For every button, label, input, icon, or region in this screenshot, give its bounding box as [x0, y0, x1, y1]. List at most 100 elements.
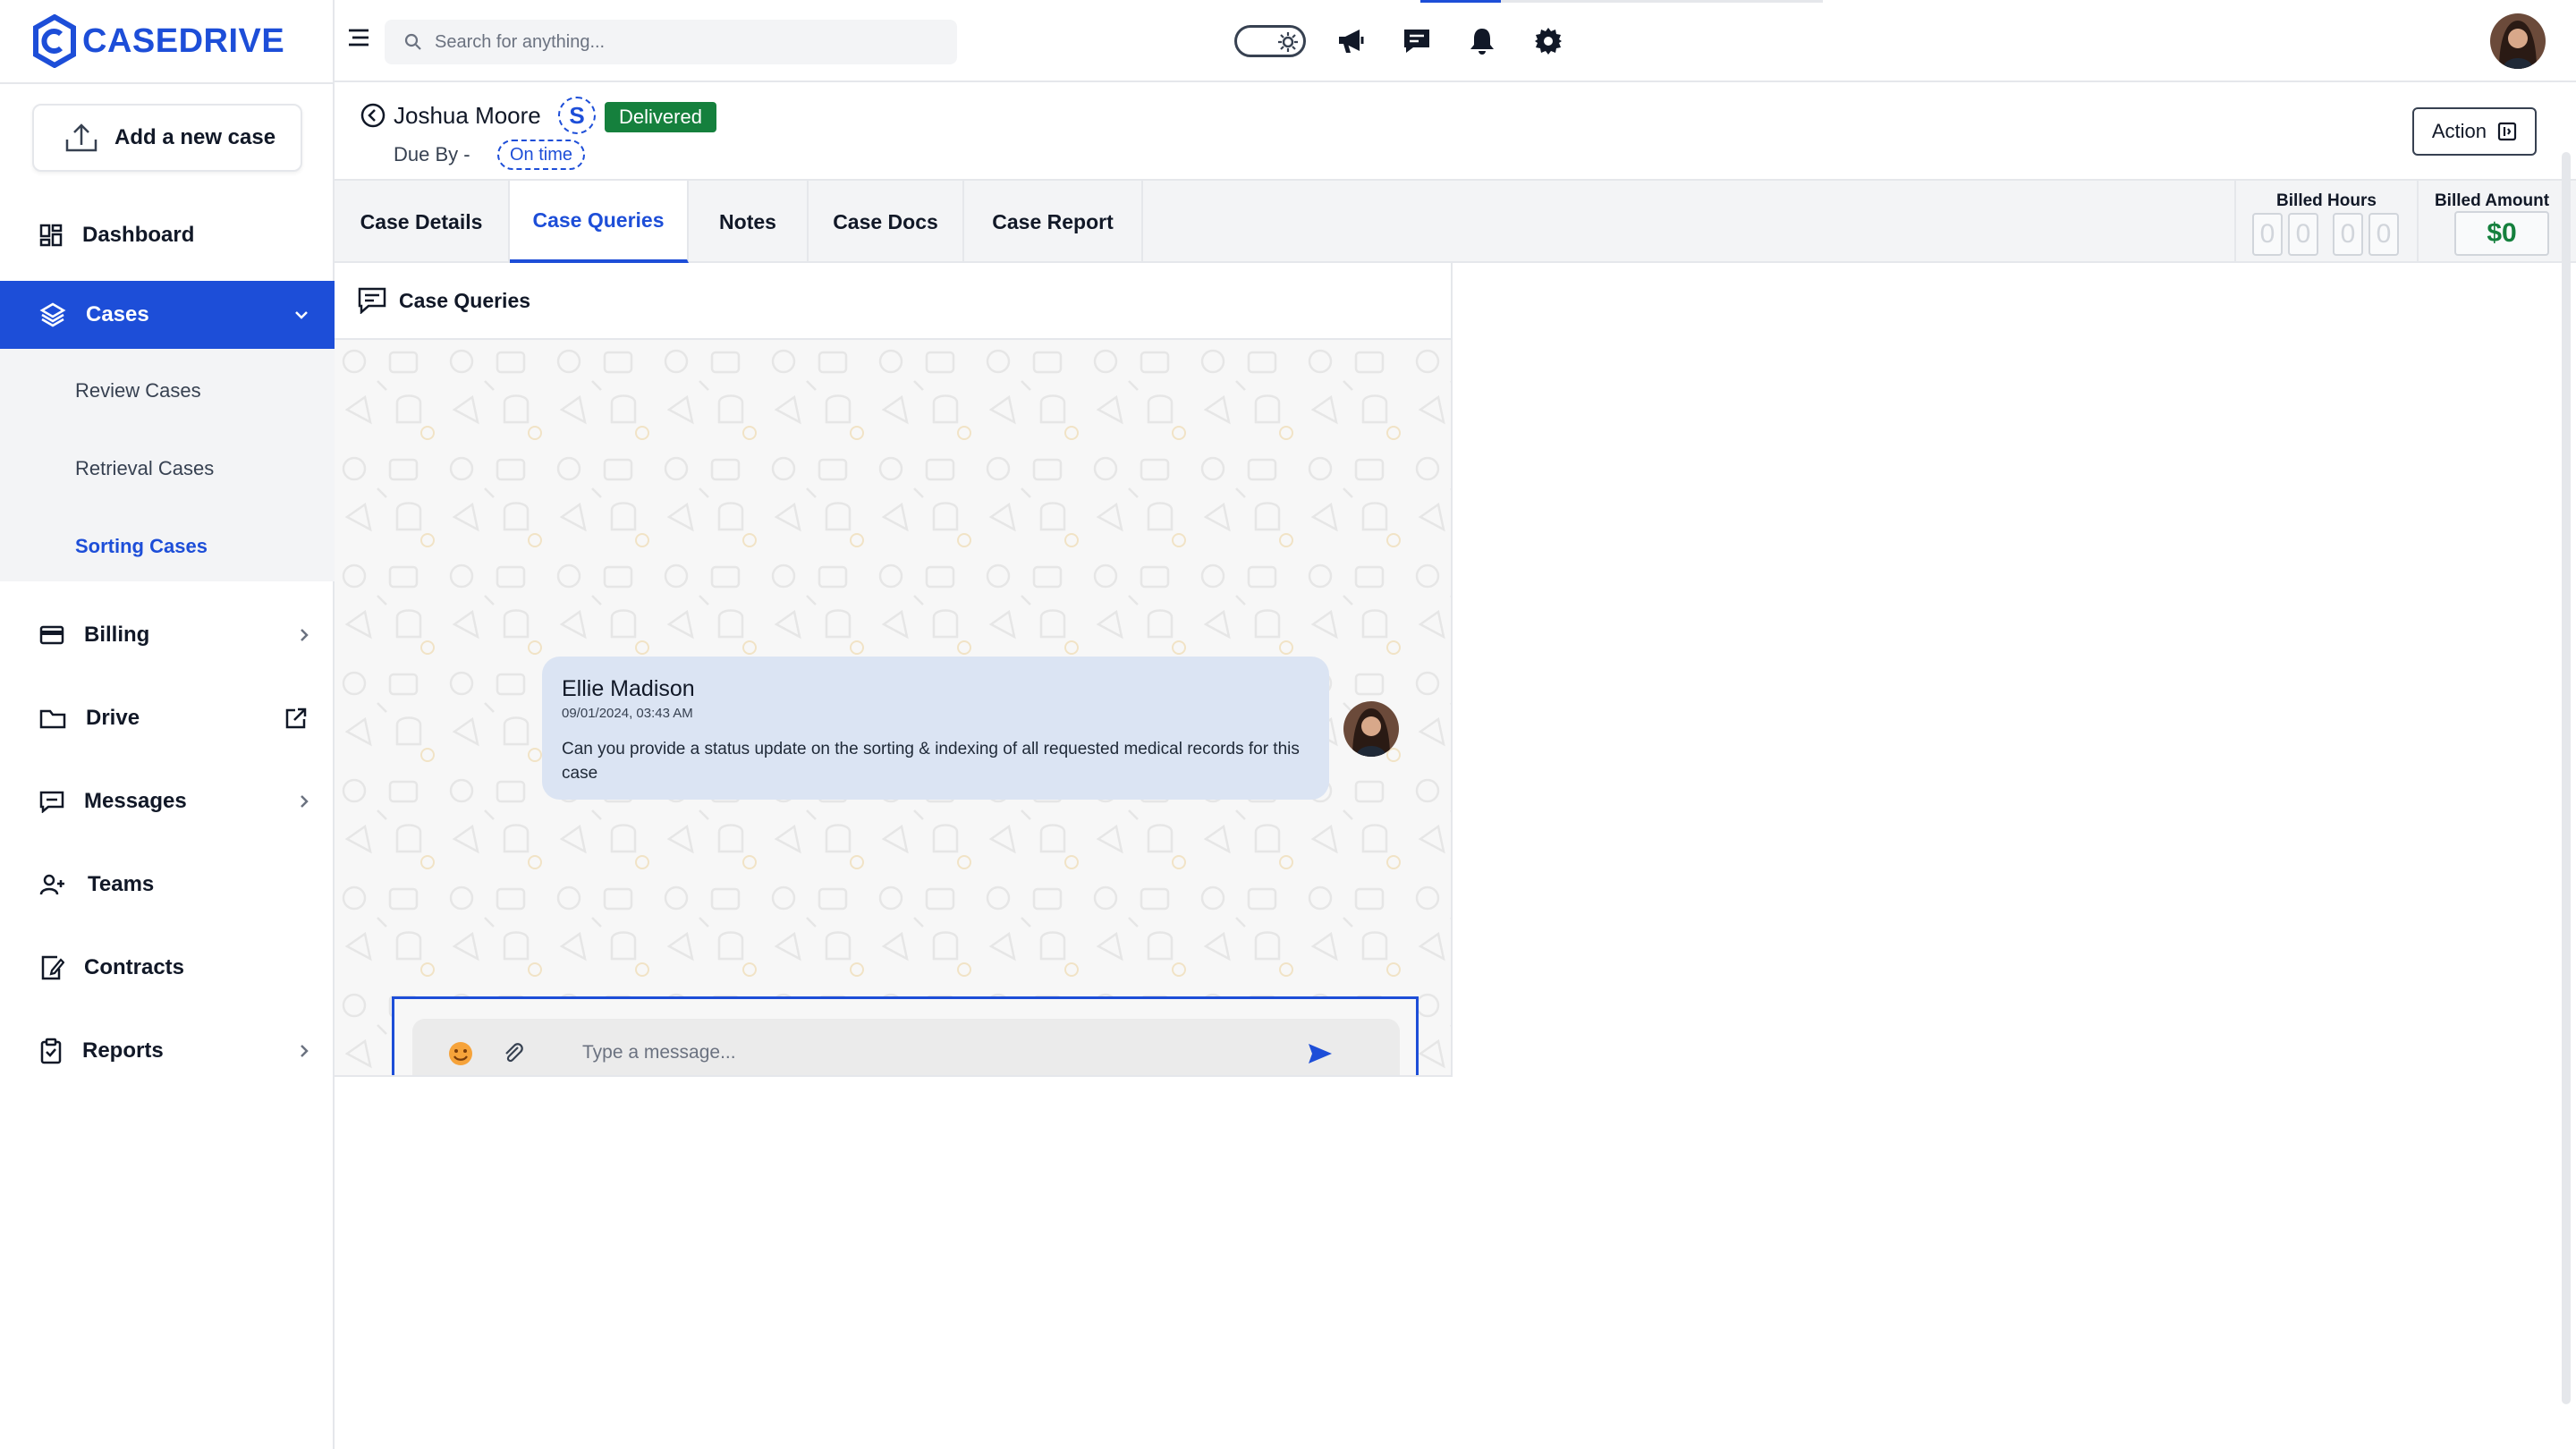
tab-case-docs[interactable]: Case Docs: [809, 181, 964, 263]
notifications-button[interactable]: [1469, 14, 1496, 68]
sidebar-item-label: Contracts: [84, 955, 185, 979]
message-author-avatar: [1343, 701, 1399, 757]
logo-hex-icon: [33, 14, 76, 68]
folder-icon: [39, 709, 66, 729]
send-icon[interactable]: [1307, 1042, 1334, 1065]
action-button-label: Action: [2431, 120, 2487, 142]
add-new-case-label: Add a new case: [114, 125, 276, 149]
case-tabs: Case Details Case Queries Notes Case Doc…: [335, 181, 2576, 263]
billed-amount-value: $0: [2454, 211, 2549, 256]
brand-name: CASEDRIVE: [82, 21, 285, 60]
sidebar-item-label: Dashboard: [82, 223, 195, 247]
loading-bar: [1420, 0, 1823, 3]
chevron-down-icon: [295, 311, 308, 319]
tab-case-report[interactable]: Case Report: [964, 181, 1143, 263]
sidebar-subitem-review-cases[interactable]: Review Cases: [75, 379, 201, 402]
search-icon: [404, 33, 421, 50]
action-menu-icon: [2497, 122, 2517, 141]
sidebar-item-drive[interactable]: Drive: [0, 684, 335, 752]
case-client-name: Joshua Moore: [394, 102, 541, 129]
tab-case-queries[interactable]: Case Queries: [510, 181, 689, 263]
status-badge: Delivered: [605, 102, 716, 132]
gear-icon: [1535, 28, 1562, 55]
settings-button[interactable]: [1533, 14, 1563, 68]
announcements-button[interactable]: [1336, 14, 1367, 68]
upload-icon: [65, 123, 97, 152]
brand-logo[interactable]: CASEDRIVE: [32, 14, 284, 68]
sidebar-item-label: Drive: [86, 706, 140, 730]
emoji-icon[interactable]: [446, 1039, 475, 1068]
divider: [0, 82, 335, 84]
sidebar-item-label: Reports: [82, 1038, 164, 1063]
user-avatar-button[interactable]: [2490, 13, 2546, 69]
billed-amount-label: Billed Amount: [2434, 191, 2550, 210]
sidebar-item-label: Cases: [86, 302, 149, 326]
due-by-label: Due By -: [394, 143, 470, 165]
due-status-badge: On time: [497, 140, 586, 170]
add-new-case-button[interactable]: Add a new case: [32, 104, 302, 172]
chevron-right-icon: [301, 1045, 309, 1057]
billed-hours-digit: 0: [2368, 213, 2399, 256]
sidebar-item-teams[interactable]: Teams: [0, 851, 335, 919]
sidebar-item-cases[interactable]: Cases: [0, 281, 335, 349]
user-avatar-icon: [1343, 701, 1399, 757]
sidebar-item-messages[interactable]: Messages: [0, 767, 335, 835]
service-type-badge: S: [558, 97, 596, 134]
message-bubble: Ellie Madison 09/01/2024, 03:43 AM Can y…: [542, 657, 1329, 800]
case-queries-title: Case Queries: [399, 288, 531, 312]
hamburger-menu-icon[interactable]: [347, 27, 370, 48]
topbar: [335, 0, 2576, 82]
sidebar-subitem-retrieval-cases[interactable]: Retrieval Cases: [75, 457, 214, 480]
megaphone-icon: [1339, 30, 1364, 53]
billed-amount: Billed Amount $0: [2417, 181, 2565, 263]
message-text: Can you provide a status update on the s…: [562, 740, 1300, 783]
layers-icon: [39, 302, 66, 327]
message-timestamp: 09/01/2024, 03:43 AM: [562, 706, 693, 721]
message-square-icon: [39, 791, 64, 813]
users-icon: [39, 874, 64, 895]
billed-hours: Billed Hours 0 0 0 0: [2234, 181, 2417, 263]
contract-edit-icon: [41, 955, 64, 980]
back-arrow-icon[interactable]: [360, 102, 386, 129]
chat-icon: [1404, 30, 1429, 53]
sidebar-item-label: Messages: [84, 789, 187, 813]
chevron-right-icon: [301, 795, 309, 808]
sun-icon: [1278, 32, 1298, 52]
sidebar: CASEDRIVE Add a new case Dashboard Cases: [0, 0, 335, 1449]
message-input-wrapper: [412, 1019, 1400, 1075]
sidebar-item-contracts[interactable]: Contracts: [0, 934, 335, 1002]
external-link-icon[interactable]: [284, 707, 308, 730]
message-composer: [392, 996, 1419, 1075]
tab-notes[interactable]: Notes: [689, 181, 809, 263]
sidebar-item-reports[interactable]: Reports: [0, 1017, 335, 1085]
case-header: Joshua Moore S Delivered Due By - On tim…: [335, 82, 2576, 181]
chat-button[interactable]: [1402, 14, 1431, 68]
chevron-right-icon: [301, 629, 309, 641]
search-box[interactable]: [385, 20, 957, 64]
page-scrollbar[interactable]: [2562, 152, 2571, 1404]
avatar: [2490, 13, 2546, 69]
search-input[interactable]: [435, 31, 936, 53]
theme-toggle-switch[interactable]: [1234, 25, 1306, 57]
billed-hours-digit: 0: [2288, 213, 2318, 256]
message-input[interactable]: [582, 1035, 1262, 1071]
sidebar-subitem-sorting-cases[interactable]: Sorting Cases: [75, 535, 208, 558]
sidebar-item-billing[interactable]: Billing: [0, 601, 335, 669]
chat-list-icon: [358, 287, 386, 314]
sidebar-item-label: Billing: [84, 623, 150, 647]
theme-toggle[interactable]: [1234, 14, 1306, 68]
sidebar-item-label: Teams: [88, 872, 155, 896]
case-queries-panel: Case Queries Ellie Madison 09/01/2024, 0…: [335, 263, 1453, 1077]
cases-submenu: Review Cases Retrieval Cases Sorting Cas…: [0, 349, 335, 581]
bell-icon: [1470, 29, 1494, 55]
billed-hours-digit: 0: [2333, 213, 2363, 256]
billed-hours-label: Billed Hours: [2276, 191, 2377, 210]
action-button[interactable]: Action: [2411, 107, 2537, 156]
case-queries-header: Case Queries: [335, 263, 1453, 340]
tab-case-details[interactable]: Case Details: [335, 181, 510, 263]
sidebar-item-dashboard[interactable]: Dashboard: [0, 201, 335, 269]
chat-area[interactable]: Ellie Madison 09/01/2024, 03:43 AM Can y…: [335, 340, 1451, 1075]
message-author: Ellie Madison: [562, 676, 695, 701]
paperclip-icon[interactable]: [502, 1040, 525, 1067]
dashboard-icon: [39, 224, 63, 247]
